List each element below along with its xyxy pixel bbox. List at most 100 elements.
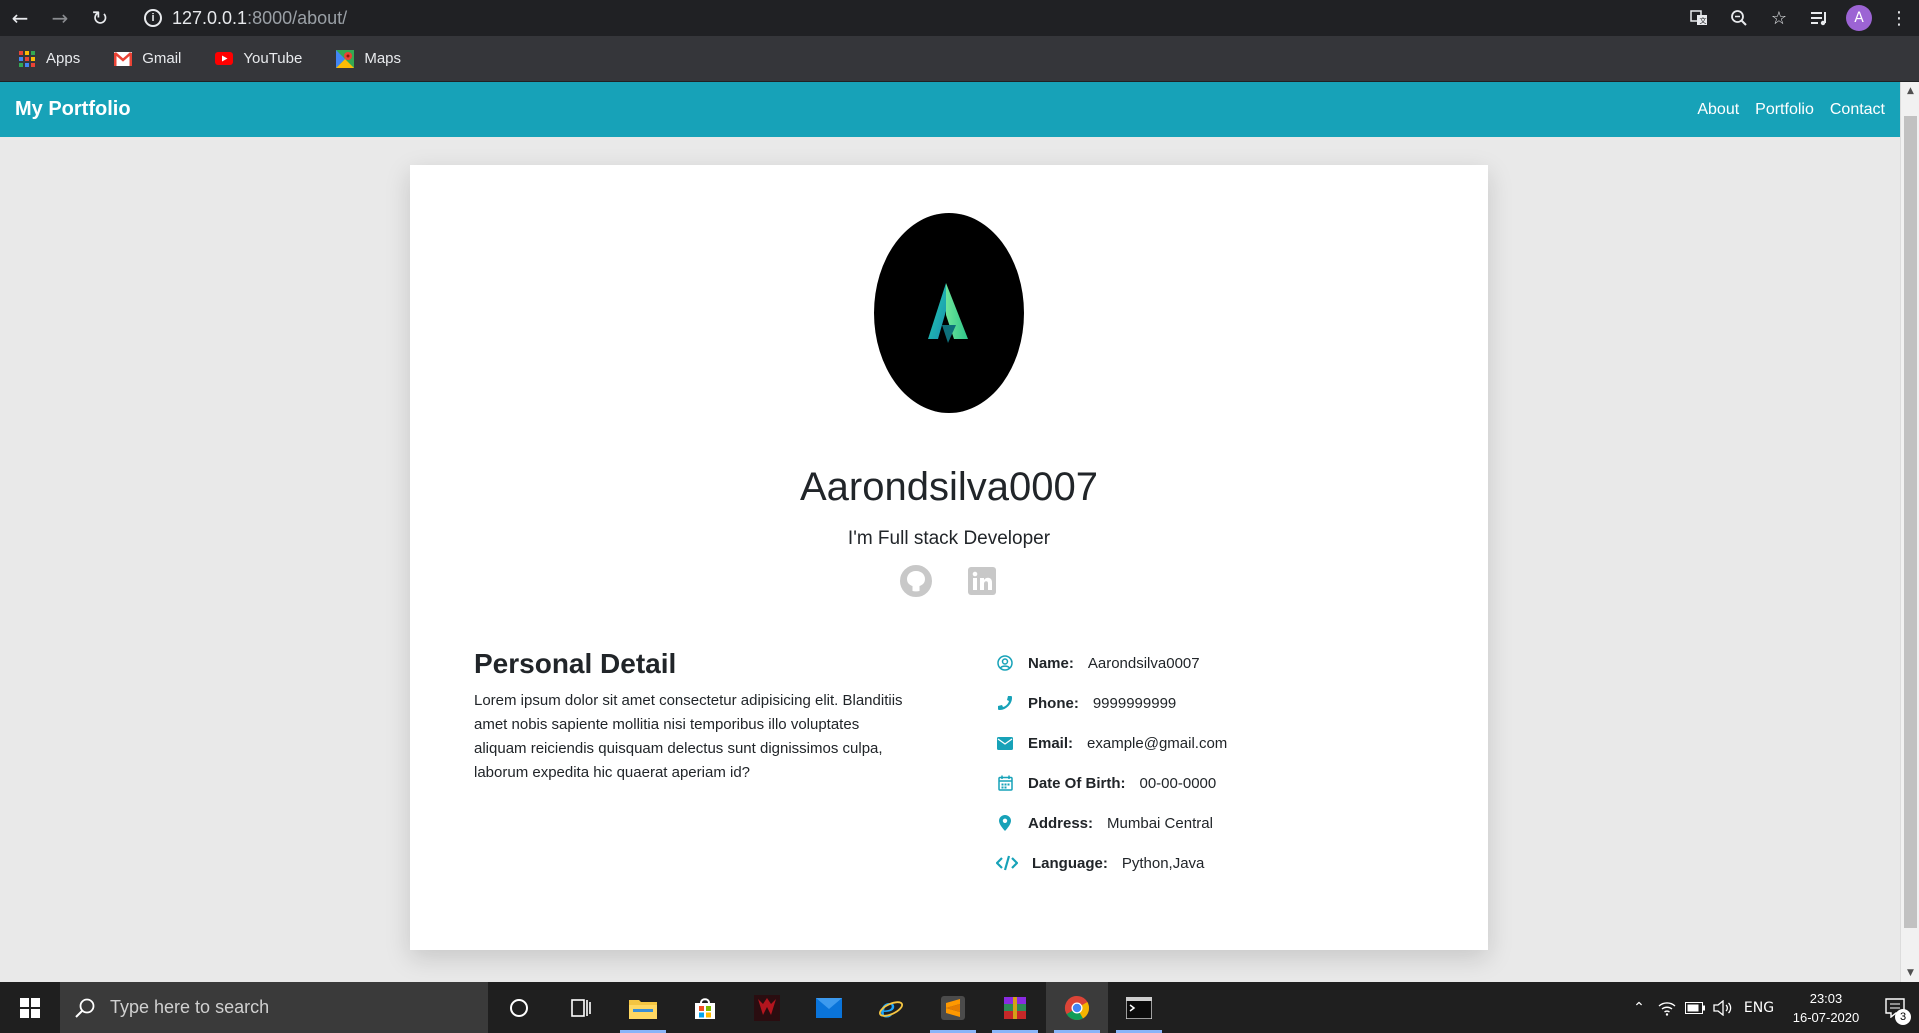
profile-name: Aarondsilva0007	[800, 465, 1098, 509]
site-brand[interactable]: My Portfolio	[15, 98, 131, 121]
page-viewport: My Portfolio About Portfolio Contact Aar…	[0, 82, 1919, 982]
detail-value: 00-00-0000	[1139, 774, 1217, 792]
code-icon	[996, 854, 1018, 872]
translate-icon[interactable]: 文	[1679, 0, 1719, 36]
youtube-icon	[215, 50, 234, 68]
bookmark-youtube[interactable]: YouTube	[209, 44, 308, 74]
envelope-icon	[996, 734, 1014, 752]
battery-icon[interactable]	[1681, 982, 1709, 1033]
cortana-icon[interactable]	[488, 982, 550, 1033]
user-circle-icon	[996, 654, 1014, 672]
notification-count-badge: 3	[1895, 1009, 1911, 1025]
bookmark-label: Maps	[364, 50, 402, 67]
volume-icon[interactable]	[1709, 982, 1737, 1033]
nav-link-portfolio[interactable]: Portfolio	[1755, 101, 1814, 119]
site-navbar: My Portfolio About Portfolio Contact	[0, 82, 1900, 137]
detail-value: Mumbai Central	[1107, 814, 1213, 832]
browser-toolbar: ← → ↻ i 127.0.0.1:8000/about/ 文 ☆ A ⋮	[0, 0, 1919, 36]
internet-explorer-icon[interactable]: e	[860, 982, 922, 1033]
profile-button[interactable]: A	[1839, 0, 1879, 36]
forward-icon[interactable]: →	[40, 0, 80, 36]
task-view-icon[interactable]	[550, 982, 612, 1033]
search-placeholder: Type here to search	[110, 997, 270, 1017]
clock-time: 23:03	[1809, 990, 1843, 1006]
personal-detail-title: Personal Detail	[474, 648, 677, 679]
apps-grid-icon	[18, 50, 36, 68]
wifi-icon[interactable]	[1653, 982, 1681, 1033]
terminal-icon[interactable]	[1108, 982, 1170, 1033]
detail-label: Name:	[1028, 654, 1074, 672]
calendar-icon	[996, 774, 1014, 792]
action-center-button[interactable]: 3	[1871, 982, 1919, 1033]
scroll-up-icon[interactable]: ▲	[1901, 82, 1919, 100]
url-host: 127.0.0.1	[172, 7, 248, 28]
predator-sense-icon[interactable]	[736, 982, 798, 1033]
taskbar-clock[interactable]: 23:03 16-07-2020	[1781, 989, 1871, 1027]
nav-link-about[interactable]: About	[1697, 101, 1739, 119]
chrome-icon[interactable]	[1046, 982, 1108, 1033]
detail-row-name: Name: Aarondsilva0007	[996, 643, 1227, 683]
mail-icon[interactable]	[798, 982, 860, 1033]
back-icon[interactable]: ←	[0, 0, 40, 36]
gmail-icon	[114, 50, 133, 68]
bookmark-label: Gmail	[142, 50, 182, 67]
github-icon[interactable]	[900, 565, 932, 597]
map-marker-icon	[996, 814, 1014, 832]
detail-row-language: Language: Python,Java	[996, 843, 1227, 883]
detail-row-phone: Phone: 9999999999	[996, 683, 1227, 723]
bookmark-maps[interactable]: Maps	[330, 44, 407, 74]
maps-icon	[336, 49, 355, 68]
bookmark-gmail[interactable]: Gmail	[108, 44, 187, 74]
profile-card: Aarondsilva0007 I'm Full stack Developer…	[410, 165, 1488, 950]
windows-taskbar: Type here to search e ⌃ ENG 23:03 16-07-…	[0, 982, 1919, 1033]
detail-value: example@gmail.com	[1087, 734, 1228, 752]
detail-value: Aarondsilva0007	[1087, 654, 1200, 672]
input-language[interactable]: ENG	[1737, 982, 1781, 1033]
system-tray: ⌃ ENG 23:03 16-07-2020 3	[1625, 982, 1919, 1033]
search-icon	[75, 998, 95, 1018]
profile-logo	[874, 213, 1024, 413]
nav-link-contact[interactable]: Contact	[1830, 101, 1885, 119]
detail-list: Name: Aarondsilva0007 Phone: 9999999999 …	[996, 643, 1227, 883]
scrollbar-thumb[interactable]	[1904, 116, 1917, 928]
bookmarks-bar: Apps Gmail YouTube Maps	[0, 36, 1919, 82]
profile-tagline: I'm Full stack Developer	[847, 528, 1051, 549]
scroll-down-icon[interactable]: ▼	[1901, 964, 1919, 982]
social-links	[410, 565, 1488, 597]
taskbar-search-input[interactable]: Type here to search	[60, 982, 488, 1033]
windows-start-icon[interactable]	[0, 982, 60, 1033]
bookmark-apps[interactable]: Apps	[12, 44, 86, 74]
detail-value: Python,Java	[1121, 854, 1205, 872]
zoom-icon[interactable]	[1719, 0, 1759, 36]
media-queue-icon[interactable]	[1799, 0, 1839, 36]
bookmark-label: YouTube	[243, 50, 303, 67]
show-hidden-icons-icon[interactable]: ⌃	[1625, 982, 1653, 1033]
menu-kebab-icon[interactable]: ⋮	[1879, 0, 1919, 36]
detail-label: Date Of Birth:	[1028, 774, 1126, 792]
personal-detail-text: Lorem ipsum dolor sit amet consectetur a…	[474, 692, 903, 781]
detail-label: Phone:	[1028, 694, 1079, 712]
detail-row-email: Email: example@gmail.com	[996, 723, 1227, 763]
page-scrollbar[interactable]: ▲ ▼	[1900, 82, 1919, 982]
logo-letter-a-icon	[928, 283, 968, 343]
detail-label: Email:	[1028, 734, 1074, 752]
phone-icon	[996, 694, 1014, 712]
nav-links: About Portfolio Contact	[1681, 101, 1885, 119]
detail-row-dob: Date Of Birth: 00-00-0000	[996, 763, 1227, 803]
linkedin-icon[interactable]	[966, 565, 998, 597]
file-explorer-icon[interactable]	[612, 982, 674, 1033]
clock-date: 16-07-2020	[1792, 1009, 1860, 1025]
winrar-icon[interactable]	[984, 982, 1046, 1033]
profile-avatar: A	[1846, 5, 1872, 31]
microsoft-store-icon[interactable]	[674, 982, 736, 1033]
reload-icon[interactable]: ↻	[80, 0, 120, 36]
address-bar[interactable]: i 127.0.0.1:8000/about/	[134, 4, 1634, 32]
url-path: :8000/about/	[247, 7, 348, 28]
sublime-text-icon[interactable]	[922, 982, 984, 1033]
bookmark-star-icon[interactable]: ☆	[1759, 0, 1799, 36]
detail-label: Address:	[1028, 814, 1094, 832]
detail-row-address: Address: Mumbai Central	[996, 803, 1227, 843]
site-info-icon[interactable]: i	[144, 9, 162, 27]
bookmark-label: Apps	[46, 50, 81, 67]
svg-text:文: 文	[1700, 16, 1707, 25]
